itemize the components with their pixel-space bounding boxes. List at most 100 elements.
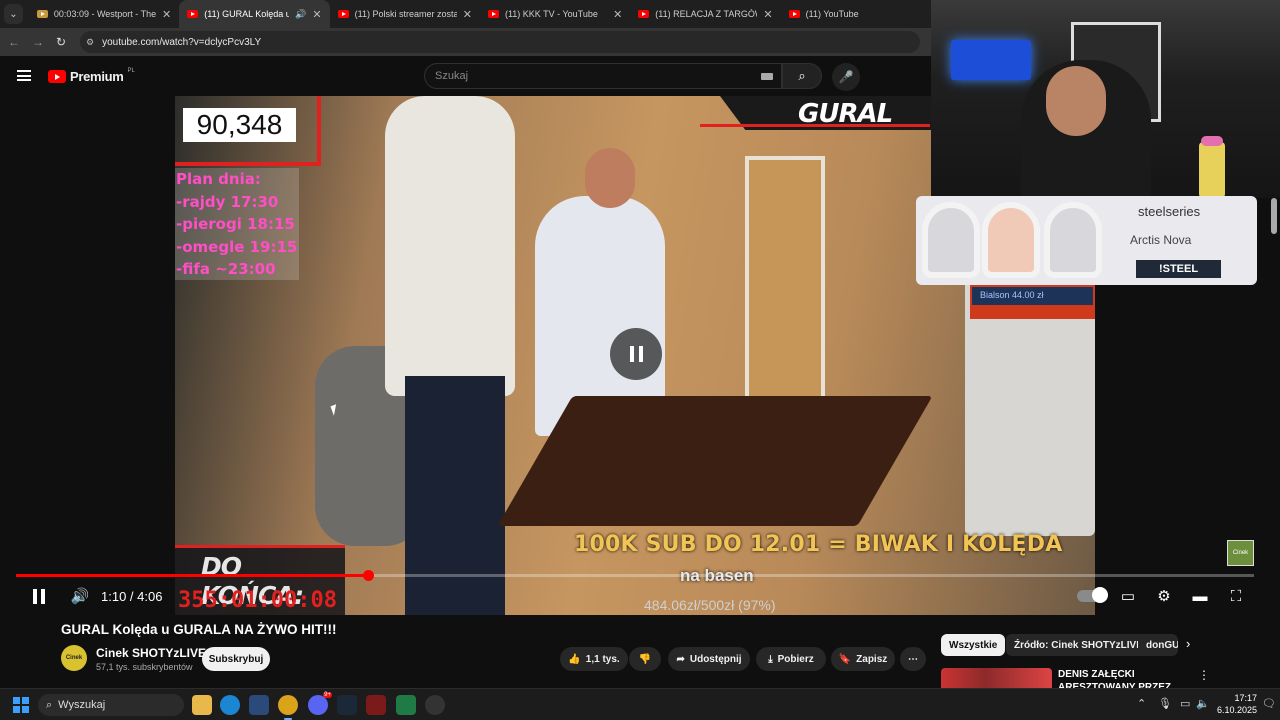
tab-label: 00:03:09 - Westport - The West <box>53 9 157 19</box>
reload-icon[interactable]: ↻ <box>56 35 66 49</box>
subscribe-button[interactable]: Subskrybuj <box>202 647 270 671</box>
tab-close-icon[interactable]: ✕ <box>312 8 321 21</box>
file-explorer-icon[interactable] <box>192 695 212 715</box>
volume-icon[interactable]: 🔊 <box>69 584 91 608</box>
dislike-button[interactable]: 👎 <box>629 647 661 671</box>
webcam-overlay <box>931 0 1280 198</box>
taskbar-search[interactable]: ⌕ Wyszukaj <box>38 694 184 716</box>
address-bar[interactable]: ⚙ youtube.com/watch?v=dclycPcv3LY <box>80 31 920 53</box>
save-button[interactable]: 🔖 Zapisz <box>831 647 895 671</box>
chip-dongu[interactable]: donGU <box>1138 634 1178 656</box>
headphones-image <box>922 202 980 278</box>
forward-arrow-icon[interactable]: → <box>32 35 44 49</box>
windows-start-icon[interactable] <box>13 697 29 713</box>
youtube-favicon-icon <box>187 10 199 18</box>
autoplay-toggle[interactable] <box>1077 587 1108 603</box>
obs-icon[interactable] <box>425 695 445 715</box>
channel-watermark[interactable]: Cinek <box>1227 540 1254 566</box>
tab-search-icon[interactable]: ⌄ <box>4 4 23 24</box>
more-vertical-icon[interactable]: ⋮ <box>1198 668 1210 682</box>
recommended-thumbnail[interactable] <box>941 668 1052 688</box>
microphone-icon[interactable]: 🎙 <box>1158 697 1172 710</box>
sponsor-cta: !STEEL <box>1136 260 1221 278</box>
tab-relacja[interactable]: (11) RELACJA Z TARGÓW FIWE ✕ <box>630 0 780 28</box>
network-icon[interactable]: ▭ <box>1180 697 1190 710</box>
donation-alert: Bialson 44.00 zł <box>970 285 1095 319</box>
tab-westport[interactable]: 00:03:09 - Westport - The West ✕ <box>29 0 179 28</box>
center-pause-button[interactable] <box>610 328 662 380</box>
taskbar-search-label: Wyszukaj <box>58 699 106 711</box>
youtube-favicon-icon <box>638 10 650 18</box>
scrollbar[interactable] <box>1271 198 1277 234</box>
youtube-play-icon <box>48 70 66 83</box>
tab-close-icon[interactable]: ✕ <box>162 8 171 21</box>
cup-image <box>1199 136 1225 198</box>
tab-kkk-tv[interactable]: (11) KKK TV - YouTube ✕ <box>480 0 630 28</box>
headphones-image <box>982 202 1040 278</box>
settings-gear-icon[interactable]: ⚙ <box>1152 584 1176 608</box>
excel-icon[interactable] <box>396 695 416 715</box>
basen-progress: 484.06zł/500zł (97%) <box>644 597 776 613</box>
streamer-head-image <box>1046 66 1106 136</box>
tab-polski-streamer[interactable]: (11) Polski streamer został okra ✕ <box>330 0 480 28</box>
tab-gural-active[interactable]: (11) GURAL Kolęda u GURA 🔊 ✕ <box>179 0 330 28</box>
monitor-image <box>951 40 1031 80</box>
site-settings-icon[interactable]: ⚙ <box>86 37 94 48</box>
chip-source[interactable]: Źródło: Cinek SHOTYzLIVE <box>1006 634 1151 656</box>
fullscreen-icon[interactable]: ⛶ <box>1224 584 1248 608</box>
chevron-up-icon[interactable]: ⌃ <box>1137 697 1146 710</box>
sub-goal-text: 100K SUB DO 12.01 = BIWAK I KOLĘDA <box>574 532 1063 557</box>
chevron-right-icon[interactable]: › <box>1186 636 1190 651</box>
countdown-value: 355:01:00:08 <box>178 588 337 613</box>
menu-icon[interactable] <box>17 70 31 81</box>
steam-icon[interactable] <box>337 695 357 715</box>
pause-button[interactable] <box>28 584 50 608</box>
share-button[interactable]: ➦ Udostępnij <box>668 647 750 671</box>
tab-close-icon[interactable]: ✕ <box>763 8 772 21</box>
keyboard-icon[interactable] <box>761 73 773 80</box>
back-arrow-icon[interactable]: ← <box>8 35 20 49</box>
tab-close-icon[interactable]: ✕ <box>613 8 622 21</box>
tab-label: (11) Polski streamer został okra <box>354 9 457 19</box>
store-icon[interactable] <box>249 695 269 715</box>
channel-name[interactable]: Cinek SHOTYzLIVE <box>96 646 206 660</box>
download-button[interactable]: ⤓ Pobierz <box>756 647 826 671</box>
more-horizontal-icon: ⋯ <box>908 653 918 665</box>
countdown-box: DO KOŃCA: 355:01:00:08 <box>175 545 345 615</box>
volume-icon[interactable]: 🔈 <box>1196 697 1210 710</box>
discord-icon[interactable]: 9+ <box>308 692 332 715</box>
channel-avatar[interactable]: Cinek <box>61 645 87 671</box>
youtube-logo[interactable]: Premium PL <box>48 68 135 84</box>
microphone-icon: 🎤 <box>838 70 854 84</box>
table-image <box>497 396 933 526</box>
voice-search-button[interactable]: 🎤 <box>832 63 860 91</box>
game-icon[interactable] <box>366 695 386 715</box>
more-actions-button[interactable]: ⋯ <box>900 647 926 671</box>
theater-mode-icon[interactable]: ▬ <box>1188 584 1212 608</box>
tab-youtube[interactable]: (11) YouTube <box>781 0 931 28</box>
sponsor-banner: steelseries Arctis Nova !STEEL <box>916 196 1257 285</box>
tab-close-icon[interactable]: ✕ <box>463 8 472 21</box>
subtitles-icon[interactable]: ▭ <box>1116 584 1140 608</box>
tab-label: (11) YouTube <box>805 9 859 19</box>
chrome-icon[interactable] <box>278 695 298 720</box>
taskbar-clock[interactable]: 17:17 6.10.2025 <box>1211 692 1257 716</box>
clock-time: 17:17 <box>1234 693 1257 703</box>
clock-date: 6.10.2025 <box>1216 705 1257 715</box>
like-button[interactable]: 👍 1,1 tys. <box>560 647 628 671</box>
tab-label: (11) GURAL Kolęda u GURA <box>204 9 290 19</box>
chip-all[interactable]: Wszystkie <box>941 634 1006 656</box>
url-text: youtube.com/watch?v=dclycPcv3LY <box>102 36 262 48</box>
search-input[interactable]: Szukaj <box>424 63 782 89</box>
search-button[interactable]: ⌕ <box>782 63 822 89</box>
save-label: Zapisz <box>856 653 888 665</box>
notifications-icon[interactable]: 🗨 <box>1262 697 1276 710</box>
tag-underline <box>700 124 930 130</box>
progress-bar[interactable] <box>16 570 1254 581</box>
donation-text: Bialson 44.00 zł <box>972 287 1093 305</box>
plan-line: -fifa ~23:00 <box>176 260 276 278</box>
speaker-icon[interactable]: 🔊 <box>295 9 306 20</box>
edge-icon[interactable] <box>220 695 240 715</box>
priest-head-image <box>585 148 635 208</box>
headphones-image <box>1044 202 1102 278</box>
